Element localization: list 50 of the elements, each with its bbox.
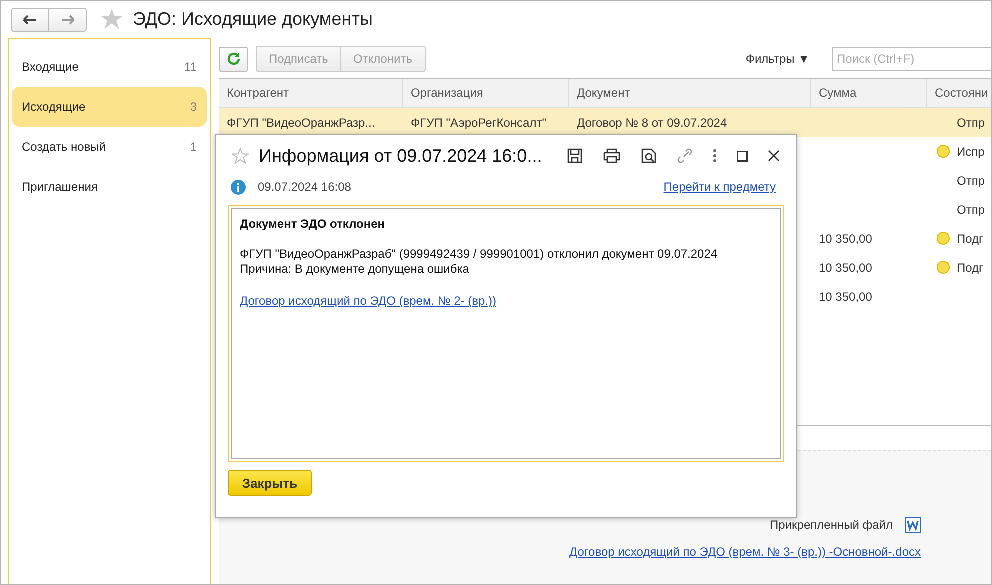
table-cell: Договор № 8 от 09.07.2024 — [577, 116, 728, 130]
save-icon[interactable] — [567, 148, 583, 164]
word-file-icon[interactable] — [905, 517, 921, 533]
link-icon[interactable] — [677, 148, 693, 164]
sidebar-item[interactable]: Приглашения — [12, 167, 207, 207]
back-arrow-icon — [23, 14, 37, 24]
dialog-title: Информация от 09.07.2024 16:0... — [259, 146, 542, 166]
star-icon[interactable] — [101, 9, 123, 30]
table-cell: ФГУП "АэроРегКонсалт" — [411, 116, 546, 130]
table-cell: 10 350,00 — [819, 260, 872, 274]
more-icon[interactable] — [713, 149, 717, 163]
message-heading: Документ ЭДО отклонен — [240, 217, 386, 231]
message-line: ФГУП "ВидеоОранжРазраб" (9999492439 / 999901001) отклонил документ 09.07.2024 — [240, 247, 719, 262]
table-cell: Испр — [957, 144, 985, 158]
table-cell: Отпр — [957, 202, 986, 216]
table-cell: Подг — [957, 260, 984, 274]
column-header[interactable]: Состояни — [927, 79, 991, 107]
column-header[interactable]: Сумма — [811, 79, 927, 107]
document-link[interactable]: Договор исходящий по ЭДО (врем. № 2- (вр.)) — [240, 294, 496, 308]
table-cell: 10 350,00 — [819, 232, 872, 246]
table-cell: ФГУП "ВидеоОранжРазр... — [227, 116, 376, 130]
refresh-button[interactable] — [219, 46, 248, 72]
table-cell: Подг — [957, 232, 984, 246]
attachment-link[interactable]: Договор исходящий по ЭДО (врем. № 3- (вр.)) -Основной-.docx — [569, 545, 921, 559]
attachment-label: Прикрепленный файл — [770, 518, 893, 532]
go-to-subject-link[interactable]: Перейти к предмету — [664, 180, 776, 194]
search-field[interactable]: Поиск (Ctrl+F) — [832, 47, 991, 71]
forward-arrow-icon — [60, 14, 74, 24]
close-button[interactable]: Закрыть — [228, 470, 312, 496]
star-icon[interactable] — [232, 148, 249, 164]
preview-icon[interactable] — [641, 148, 657, 164]
column-header[interactable]: Организация — [403, 79, 569, 107]
column-header[interactable]: Контрагент — [219, 79, 403, 107]
print-icon[interactable] — [603, 148, 621, 164]
message-line: Причина: В документе допущена ошибка — [240, 262, 470, 277]
info-icon — [231, 180, 246, 194]
sidebar-item[interactable]: Создать новый 1 — [12, 127, 207, 167]
table-cell: 10 350,00 — [819, 290, 872, 304]
table-cell: Отпр — [957, 116, 986, 130]
sidebar-item[interactable]: Исходящие 3 — [12, 87, 207, 127]
message-date: 09.07.2024 16:08 — [258, 180, 352, 194]
column-header[interactable]: Документ — [569, 79, 811, 107]
close-icon[interactable] — [768, 150, 780, 162]
refresh-icon — [226, 52, 240, 66]
filters-button[interactable]: Фильтры ▼ — [746, 52, 810, 66]
back-button[interactable] — [11, 8, 49, 32]
window-title: ЭДО: Исходящие документы — [133, 9, 373, 30]
table-cell: Отпр — [957, 174, 986, 188]
sidebar-item[interactable]: Входящие 11 — [12, 47, 207, 87]
maximize-icon[interactable] — [737, 150, 748, 162]
